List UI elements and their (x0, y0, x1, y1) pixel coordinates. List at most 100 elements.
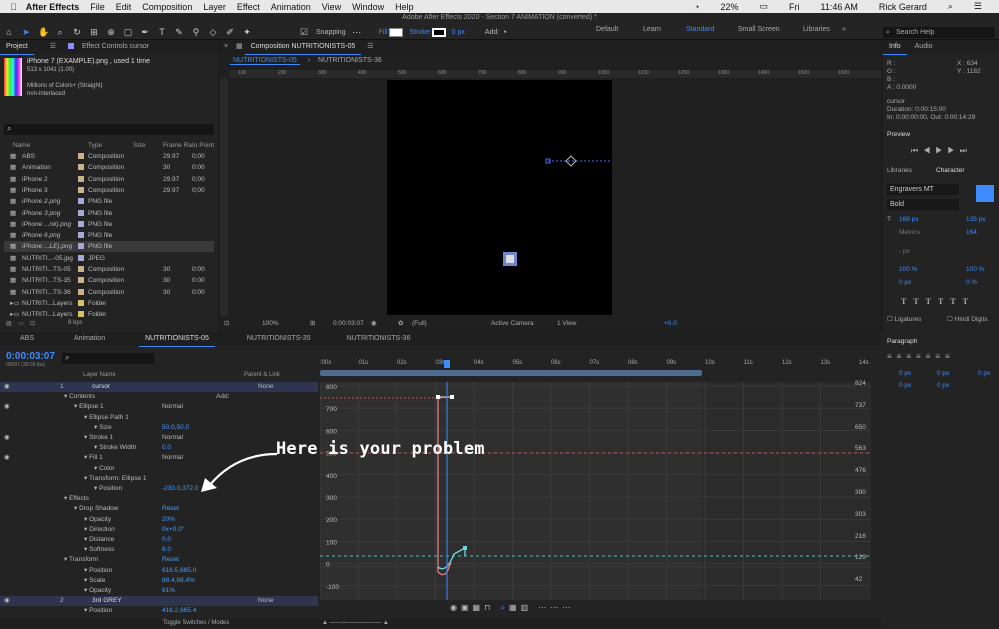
space-before[interactable]: 0 px (899, 382, 911, 389)
visibility-icon[interactable]: ◉ (4, 596, 10, 606)
property-value[interactable]: Reset (162, 555, 179, 565)
label-color-swatch[interactable] (78, 186, 84, 193)
property-value[interactable]: 20% (162, 515, 175, 525)
property-value[interactable]: 50.0,50.0 (162, 423, 189, 433)
label-color-swatch[interactable] (78, 299, 84, 306)
label-color-swatch[interactable] (78, 266, 84, 272)
selection-tool-icon[interactable]: ➤ (21, 27, 31, 37)
timeline-timecode[interactable]: 0:00:03:07 (6, 351, 55, 362)
menu-list-icon[interactable]: ☰ (974, 1, 982, 12)
label-color-swatch[interactable] (78, 243, 84, 250)
col-size[interactable]: Size (133, 140, 146, 151)
property-value[interactable]: -230.0,372.0 (162, 484, 199, 494)
label-color-swatch[interactable] (78, 254, 84, 261)
subtab-nutritionists-36[interactable]: NUTRITIONISTS-36 (318, 57, 382, 64)
label-color-swatch[interactable] (78, 164, 84, 171)
project-row[interactable]: ▸▭ NUTRITI...Layers Folder (4, 309, 214, 320)
layer-row[interactable]: ◉ ▾ Ellipse 1 Normal (0, 402, 318, 412)
trash-icon[interactable]: ▤ (6, 320, 12, 327)
property-value[interactable]: 0.0 (162, 443, 171, 453)
font-style-select[interactable]: Bold (887, 199, 959, 210)
property-value[interactable]: 0x+0.0° (162, 525, 184, 535)
layer-row[interactable]: ◉ 1 cursor None (0, 382, 318, 392)
parent-select[interactable]: None (258, 382, 274, 392)
exposure-value[interactable]: +0.0 (664, 316, 677, 331)
menu-view[interactable]: View (322, 2, 341, 12)
hindi-digits-checkbox[interactable]: ☐ Hindi Digits (947, 315, 988, 323)
layer-row[interactable]: ▾ Ellipse Path 1 (0, 413, 318, 423)
camera-tool-icon[interactable]: ⊞ (89, 27, 99, 37)
fill-color-swatch[interactable] (976, 185, 994, 202)
snap-options-icon[interactable]: ⋯ (352, 27, 362, 37)
menu-animation[interactable]: Animation (271, 2, 311, 12)
brush-tool-icon[interactable]: ✎ (174, 27, 184, 37)
project-row[interactable]: ▦ iPhone 6.png PNG file (4, 230, 214, 241)
hscale-value[interactable]: 100 % (966, 266, 984, 273)
roto-tool-icon[interactable]: ✐ (225, 27, 235, 37)
project-row[interactable]: ▦ iPhone 2 Composition 29.97 0;00 (4, 174, 214, 185)
col-name[interactable]: Name (13, 140, 30, 151)
tab-abs[interactable]: ABS (14, 332, 40, 346)
pen-tool-icon[interactable]: ✒ (140, 27, 150, 37)
visibility-icon[interactable]: ◉ (4, 402, 10, 412)
text-style-buttons[interactable]: TTTTTT (901, 297, 975, 306)
tsume-value[interactable]: 0 % (966, 279, 977, 286)
rectangle-tool-icon[interactable]: ▢ (123, 27, 133, 37)
layer-row[interactable]: ▾ Opacity 61% (0, 586, 318, 596)
property-value[interactable]: Normal (162, 402, 183, 412)
label-color-swatch[interactable] (78, 175, 84, 182)
puppet-tool-icon[interactable]: ✦ (242, 27, 252, 37)
zoom-level[interactable]: 100% (262, 316, 279, 331)
apple-icon[interactable]:  (10, 2, 17, 12)
property-value[interactable]: 0.0 (162, 535, 171, 545)
layer-row[interactable]: ▾ Contents Add: (0, 392, 318, 402)
project-row[interactable]: ▦ iPhone ...LE).png PNG file (4, 241, 214, 253)
tab-composition[interactable]: Composition NUTRITIONISTS-05 (244, 40, 362, 55)
label-color-swatch[interactable] (78, 198, 84, 205)
workspace-libraries[interactable]: Libraries (803, 26, 830, 33)
tab-project[interactable]: Project (0, 40, 34, 55)
label-color-swatch[interactable] (78, 220, 84, 227)
property-value[interactable]: 616.5,685.0 (162, 566, 196, 576)
workspace-default[interactable]: Default (596, 26, 618, 33)
region-icon[interactable]: ⊞ (310, 316, 315, 331)
lock-icon[interactable]: ▦ (236, 43, 243, 50)
menu-help[interactable]: Help (395, 2, 414, 12)
graph-tools[interactable]: ◉▣▦⊓ ⌕▦▥ ⋯⋯⋯ (450, 603, 574, 613)
label-color-swatch[interactable] (78, 288, 84, 295)
visibility-icon[interactable]: ◉ (4, 382, 10, 392)
stroke-swatch[interactable] (431, 27, 446, 37)
kerning-value[interactable]: Metrics (899, 229, 920, 236)
col-type[interactable]: Type (88, 140, 102, 151)
new-comp-icon[interactable]: ⊡ (30, 320, 35, 327)
wifi-icon[interactable]: ◔ (694, 2, 699, 12)
layer-name[interactable]: cursor (92, 382, 110, 392)
layer-row[interactable]: ◉ ▾ Stroke 1 Normal (0, 433, 318, 443)
search-help-input[interactable]: ⌕ Search Help (883, 27, 995, 38)
workspace-learn[interactable]: Learn (643, 26, 661, 33)
visibility-icon[interactable]: ◉ (4, 453, 10, 463)
camera-select[interactable]: Active Camera (491, 316, 534, 331)
preview-controls-icon[interactable]: ⏮◀▶▶⏭ (911, 146, 972, 156)
font-size-value[interactable]: 168 px (899, 216, 919, 223)
parent-select[interactable]: None (258, 596, 274, 606)
space-after[interactable]: 0 px (937, 382, 949, 389)
comp-canvas[interactable] (387, 80, 628, 315)
add-property-button[interactable]: Add: (216, 392, 229, 402)
hand-tool-icon[interactable]: ✋ (38, 27, 49, 37)
layer-row[interactable]: ▾ Position 616.5,685.0 (0, 566, 318, 576)
project-row[interactable]: ▦ ABS Composition 29.97 0;00 (4, 151, 214, 162)
project-row[interactable]: ▦ NUTRITI...TS-05 Composition 30 0:00 (4, 264, 214, 275)
stroke-width[interactable]: 0 px (452, 29, 465, 36)
project-search-input[interactable]: ⌕ (4, 124, 214, 135)
project-row[interactable]: ▸▭ NUTRITI...Layers Folder (4, 298, 214, 309)
camera-icon[interactable]: ◉ (371, 316, 377, 331)
close-icon[interactable]: × (224, 43, 228, 50)
layer-row[interactable]: ▾ Scale 88.4,88.4% (0, 576, 318, 586)
panel-menu-icon[interactable]: ☰ (50, 43, 56, 50)
property-value[interactable]: Reset (162, 504, 179, 514)
snapping-checkbox[interactable]: ☑ (299, 27, 309, 37)
font-family-select[interactable]: Engravers MT (887, 184, 959, 195)
tab-nutritionists-35[interactable]: NUTRITIONISTS-35 (241, 332, 317, 346)
playhead[interactable] (444, 360, 450, 368)
